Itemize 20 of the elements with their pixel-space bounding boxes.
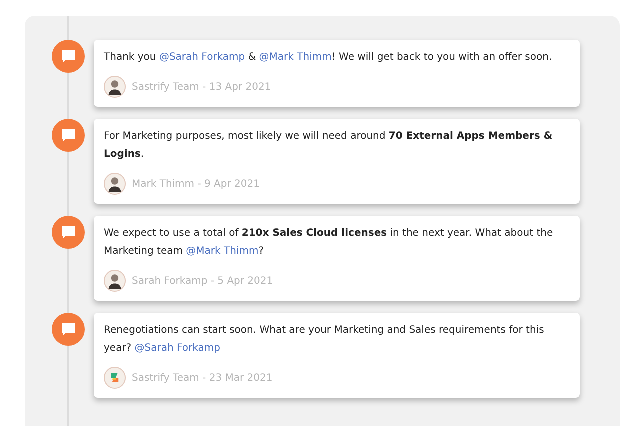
- mention-link[interactable]: @Mark Thimm: [186, 246, 259, 257]
- avatar-icon: [104, 173, 126, 195]
- author-date: Mark Thimm - 9 Apr 2021: [132, 178, 260, 192]
- author-date: Sarah Forkamp - 5 Apr 2021: [132, 274, 274, 288]
- logo-icon: [104, 367, 126, 389]
- avatar-icon: [104, 270, 126, 292]
- comment-text: We expect to use a total of 210x Sales Cloud licenses in the next year. What about the Marketing team @Mark Thimm?: [104, 227, 554, 259]
- author-date: Sastrify Team - 23 Mar 2021: [132, 372, 273, 386]
- comment-icon: [52, 216, 85, 249]
- avatar-icon: [104, 76, 126, 98]
- comment-icon: [52, 119, 85, 152]
- comment-text: Thank you @Sarah Forkamp & @Mark Thimm! We will get back to you with an offer soon.: [104, 51, 554, 65]
- mention-link[interactable]: @Sarah Forkamp: [159, 52, 246, 63]
- author-date: Sastrify Team - 13 Apr 2021: [132, 80, 272, 94]
- mention-link[interactable]: @Sarah Forkamp: [134, 343, 220, 354]
- mention-link[interactable]: @Mark Thimm: [259, 52, 332, 63]
- comment-text: For Marketing purposes, most likely we will need around 70 External Apps Members & Logins.: [104, 130, 554, 162]
- comment-text: Renegotiations can start soon. What are your Marketing and Sales requirements for this year? @Sarah Forkamp: [104, 324, 546, 356]
- comment-icon: [52, 40, 85, 73]
- comment-icon: [52, 313, 85, 346]
